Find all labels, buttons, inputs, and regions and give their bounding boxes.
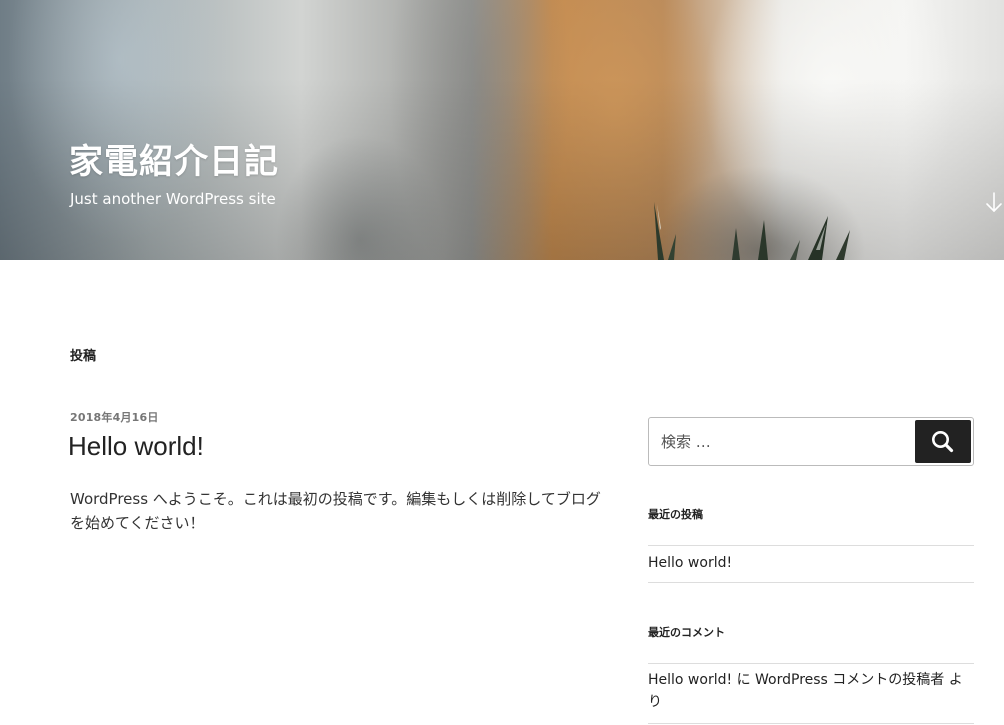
- search-input[interactable]: [649, 418, 911, 465]
- divider: [648, 545, 974, 546]
- comment-post-link[interactable]: Hello world!: [648, 672, 732, 688]
- recent-posts-title: 最近の投稿: [648, 508, 703, 521]
- comment-connector: に: [736, 672, 751, 688]
- divider: [648, 663, 974, 664]
- page-title: 投稿: [70, 349, 97, 364]
- search-icon: [931, 431, 954, 453]
- post-date[interactable]: 2018年4月16日: [70, 410, 159, 426]
- recent-comments-title: 最近のコメント: [648, 626, 725, 639]
- site-header: 家電紹介日記 Just another WordPress site: [0, 0, 1004, 260]
- search-form: [648, 417, 974, 466]
- arrow-down-icon[interactable]: [984, 189, 1004, 215]
- search-button[interactable]: [915, 420, 971, 463]
- site-title[interactable]: 家電紹介日記: [69, 140, 279, 184]
- post-title[interactable]: Hello world!: [68, 429, 204, 463]
- post-content: WordPress へようこそ。これは最初の投稿です。編集もしくは削除してブログ…: [70, 490, 601, 532]
- site-description: Just another WordPress site: [70, 190, 276, 208]
- divider: [648, 582, 974, 583]
- divider: [648, 723, 974, 724]
- plant-decoration: [654, 202, 850, 260]
- recent-post-link[interactable]: Hello world!: [648, 552, 732, 574]
- comment-author-link[interactable]: WordPress コメントの投稿者: [755, 672, 944, 688]
- recent-comment-item: Hello world! に WordPress コメントの投稿者 より: [648, 669, 974, 713]
